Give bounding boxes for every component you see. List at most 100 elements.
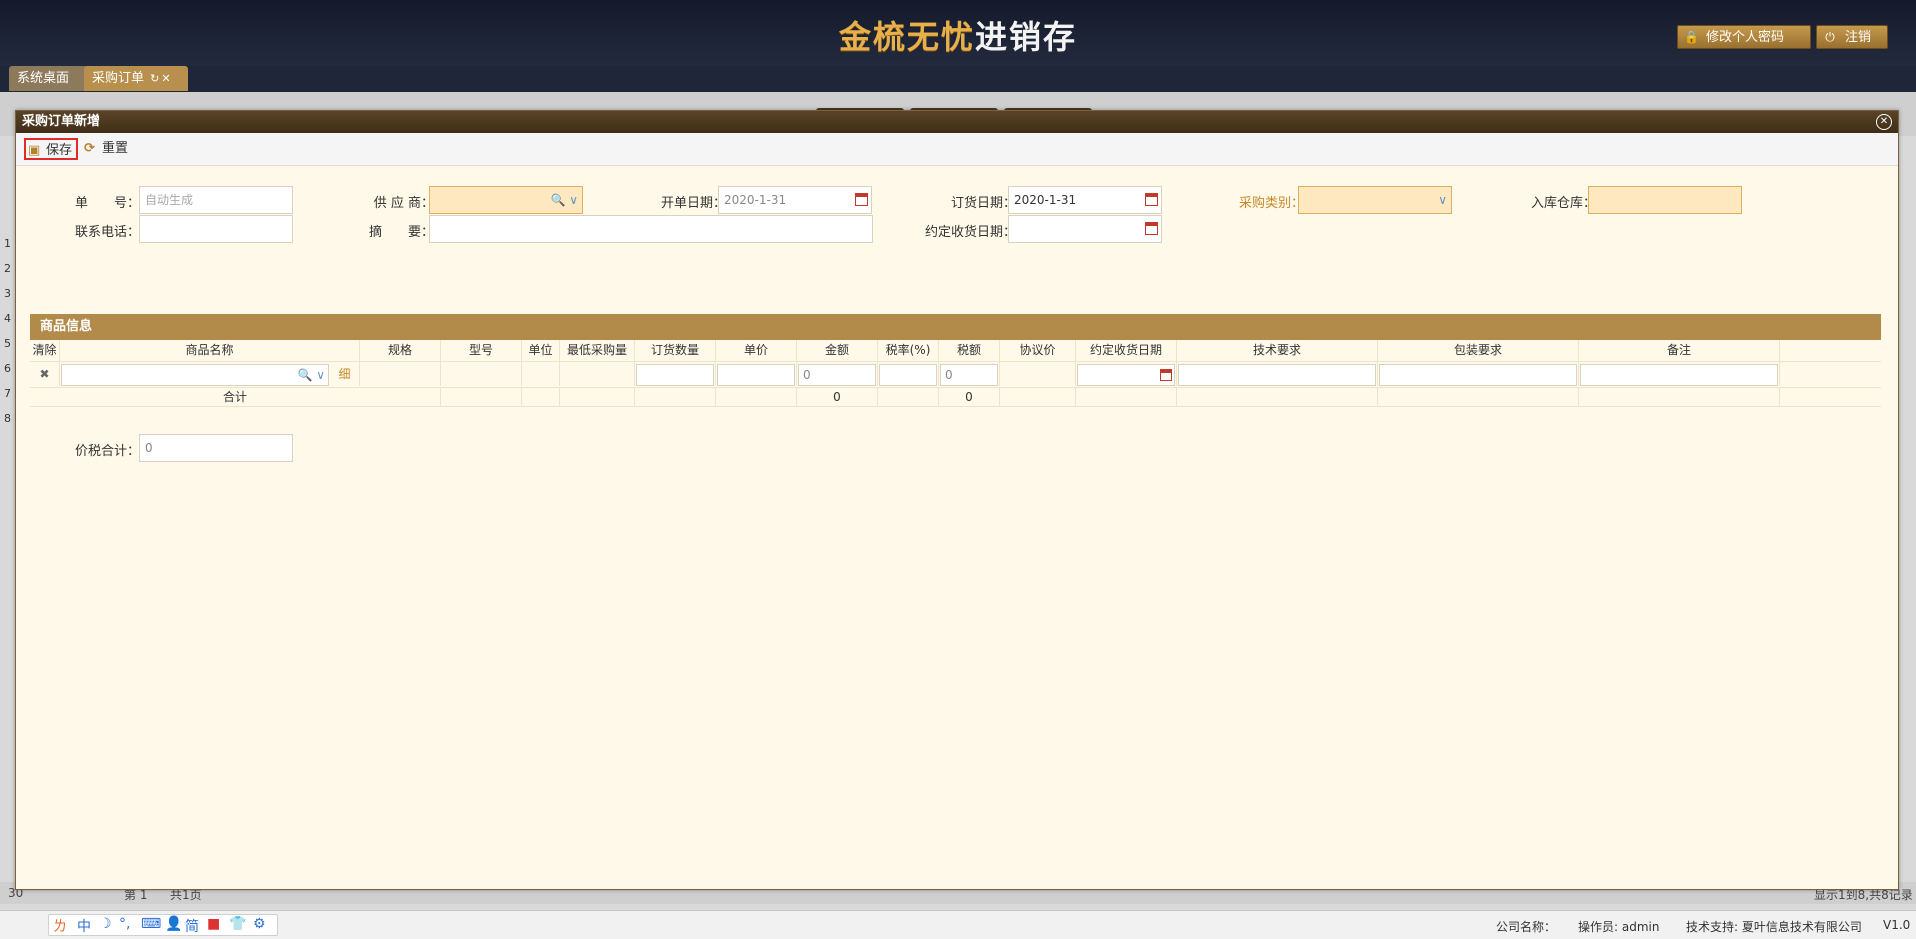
save-icon: ▣ — [28, 143, 41, 158]
refresh-icon[interactable]: ↻ — [150, 72, 159, 85]
unit-cell — [522, 362, 560, 386]
agreed-date-cell — [1076, 362, 1177, 386]
clear-row-icon[interactable]: ✖ — [30, 362, 60, 386]
ime-user-icon[interactable]: 👤 — [165, 916, 182, 932]
status-version: V1.0 — [1883, 918, 1911, 932]
amount-cell: 0 — [797, 362, 878, 386]
remark-input[interactable] — [1580, 364, 1778, 386]
col-min-qty: 最低采购量 — [560, 340, 635, 361]
summary-input[interactable] — [429, 215, 873, 243]
dialog-title: 采购订单新增 — [22, 114, 101, 129]
col-amount: 金额 — [797, 340, 878, 361]
phone-label: 联系电话： — [74, 225, 140, 240]
ime-settings-icon[interactable]: ⚙ — [253, 916, 266, 932]
order-qty-cell — [635, 362, 716, 386]
purchase-type-select[interactable]: ∨ — [1298, 186, 1452, 214]
order-date-value: 2020-1-31 — [1014, 193, 1077, 207]
ime-toolbar[interactable]: ㄌ 中 ☽ °, ⌨ 👤 简 ■ 👕 ⚙ — [48, 914, 278, 936]
dialog-title-bar: 采购订单新增 ✕ — [16, 111, 1898, 133]
search-icon[interactable]: 🔍 ∨ — [550, 187, 578, 213]
product-name-cell: 🔍 ∨ — [60, 362, 330, 386]
total-empty — [1000, 388, 1076, 406]
unit-price-input[interactable] — [717, 364, 795, 386]
status-operator: 操作员: admin — [1578, 920, 1660, 934]
product-name-combo[interactable]: 🔍 ∨ — [61, 364, 329, 386]
col-product-name: 商品名称 — [60, 340, 360, 361]
reset-label: 重置 — [102, 141, 129, 156]
tax-total-input[interactable]: 0 — [139, 434, 293, 462]
refresh-icon: ⟳ — [84, 141, 95, 156]
row-number: 6 — [4, 362, 11, 375]
packing-req-input[interactable] — [1379, 364, 1577, 386]
agreed-price-cell — [1000, 362, 1076, 386]
agreed-date-input[interactable] — [1077, 364, 1175, 386]
power-icon: ⏻ — [1825, 30, 1835, 44]
app-logo: 金梳无忧进销存 — [0, 12, 1916, 58]
search-icon[interactable]: 🔍 ∨ — [297, 365, 325, 385]
ime-skin-icon[interactable]: 👕 — [229, 916, 246, 932]
row-number: 3 — [4, 287, 11, 300]
col-tech-req: 技术要求 — [1177, 340, 1378, 361]
open-date-input[interactable]: 2020-1-31 — [718, 186, 872, 214]
warehouse-label: 入库仓库： — [1530, 196, 1596, 211]
remark-cell — [1579, 362, 1780, 386]
calendar-icon[interactable] — [1145, 193, 1158, 206]
detail-link[interactable]: 细 — [330, 362, 360, 386]
ime-simplified-icon[interactable]: 简 — [185, 916, 199, 936]
tab-purchase-order[interactable]: 采购订单 ↻ ✕ — [84, 66, 188, 91]
row-number: 4 — [4, 312, 11, 325]
tab-desktop-label: 系统桌面 — [17, 71, 70, 86]
order-qty-input[interactable] — [636, 364, 714, 386]
total-empty — [560, 388, 635, 406]
supplier-combo[interactable]: 🔍 ∨ — [429, 186, 583, 214]
logout-label: 注销 — [1845, 30, 1872, 45]
logout-button[interactable]: ⏻ 注销 — [1816, 25, 1888, 49]
calendar-icon[interactable] — [855, 193, 868, 206]
calendar-icon[interactable] — [1160, 369, 1172, 381]
total-empty — [1177, 388, 1378, 406]
total-empty — [1579, 388, 1780, 406]
col-tax-rate: 税率(%) — [878, 340, 939, 361]
purchase-type-label: 采购类别： — [1238, 196, 1304, 211]
order-no-label: 单 号： — [74, 196, 140, 211]
tax-total-label: 价税合计： — [74, 444, 140, 459]
status-support: 技术支持: 夏叶信息技术有限公司 — [1686, 920, 1862, 934]
ime-keyboard-icon[interactable]: ⌨ — [141, 916, 161, 932]
col-model: 型号 — [441, 340, 522, 361]
amount-input[interactable]: 0 — [798, 364, 876, 386]
tab-desktop[interactable]: 系统桌面 — [9, 66, 88, 91]
save-button[interactable]: ▣ 保存 — [24, 138, 78, 160]
dialog-toolbar: ▣ 保存 ⟳ 重置 — [16, 133, 1898, 166]
order-date-input[interactable]: 2020-1-31 — [1008, 186, 1162, 214]
tech-req-input[interactable] — [1178, 364, 1376, 386]
col-unit: 单位 — [522, 340, 560, 361]
ime-punct-icon[interactable]: °, — [119, 916, 130, 932]
reset-button[interactable]: ⟳ 重置 — [84, 138, 128, 160]
col-packing-req: 包装要求 — [1378, 340, 1579, 361]
phone-input[interactable] — [139, 215, 293, 243]
ime-video-icon[interactable]: ■ — [207, 916, 220, 932]
tax-rate-input[interactable] — [879, 364, 937, 386]
calendar-icon[interactable] — [1145, 222, 1158, 235]
order-no-input[interactable]: 自动生成 — [139, 186, 293, 214]
close-icon[interactable]: ✕ — [161, 72, 170, 85]
dialog-close-icon[interactable]: ✕ — [1876, 114, 1892, 130]
spec-cell — [360, 362, 441, 386]
tax-input[interactable]: 0 — [940, 364, 998, 386]
ime-moon-icon[interactable]: ☽ — [99, 916, 112, 932]
agreed-receive-date-input[interactable] — [1008, 215, 1162, 243]
change-password-button[interactable]: 🔒 修改个人密码 — [1677, 25, 1811, 49]
lock-icon: 🔒 — [1684, 30, 1699, 44]
total-empty — [716, 388, 797, 406]
min-qty-cell — [560, 362, 635, 386]
total-empty — [522, 388, 560, 406]
ime-chinese-icon[interactable]: 中 — [77, 916, 91, 936]
ime-logo-icon[interactable]: ㄌ — [53, 916, 67, 936]
warehouse-input[interactable] — [1588, 186, 1742, 214]
col-tax: 税额 — [939, 340, 1000, 361]
logo-brand: 金梳无忧 — [838, 18, 975, 56]
chevron-down-icon[interactable]: ∨ — [1438, 187, 1447, 213]
tab-strip: 系统桌面 采购订单 ↻ ✕ — [0, 66, 1916, 92]
total-empty — [441, 388, 522, 406]
col-remark: 备注 — [1579, 340, 1780, 361]
